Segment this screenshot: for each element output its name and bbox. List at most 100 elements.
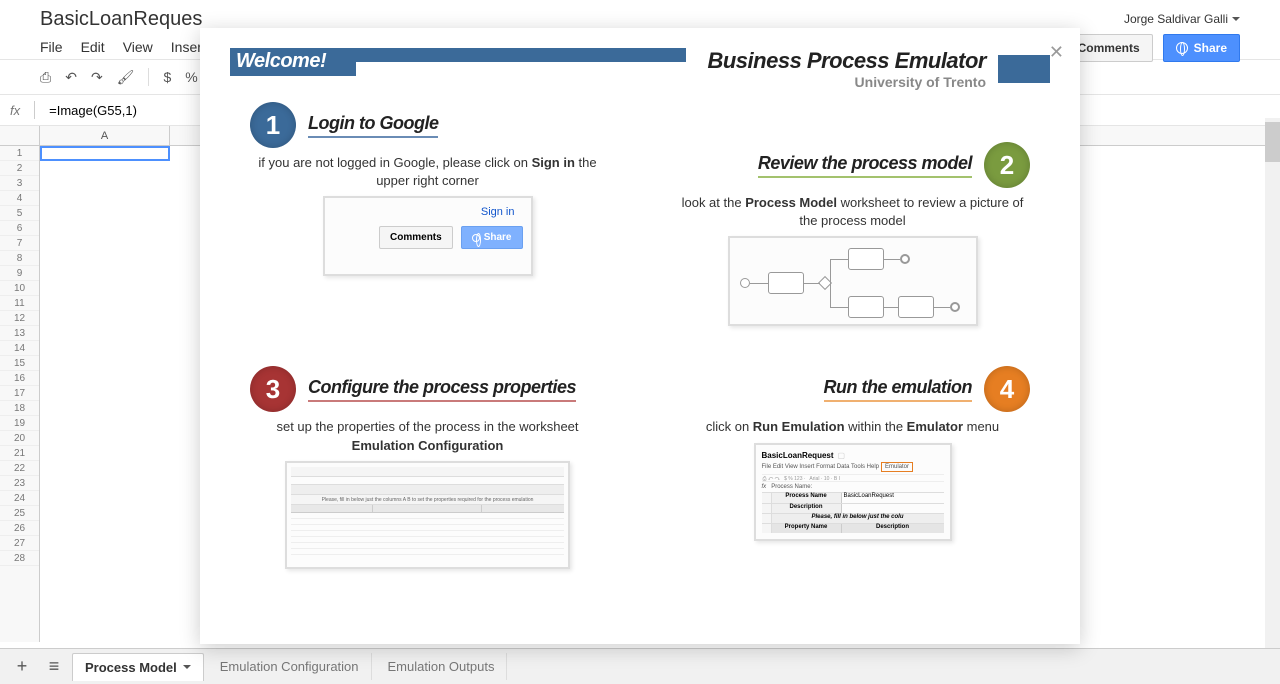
row-header[interactable]: 1 <box>0 146 39 161</box>
close-icon[interactable]: ✕ <box>1049 42 1064 63</box>
bpmn-task <box>898 296 934 318</box>
illus-menu: File Edit View Insert Format Data Tools … <box>762 464 880 470</box>
row-header[interactable]: 12 <box>0 311 39 326</box>
row-header[interactable]: 27 <box>0 536 39 551</box>
desc-text: look at the <box>682 195 746 210</box>
desc-bold: Run Emulation <box>753 419 845 434</box>
row-header[interactable]: 22 <box>0 461 39 476</box>
step-1-number: 1 <box>250 102 296 148</box>
row-header[interactable]: 5 <box>0 206 39 221</box>
add-sheet-button[interactable]: + <box>8 655 36 679</box>
desc-text: set up the properties of the process in … <box>276 419 578 434</box>
row-header[interactable]: 2 <box>0 161 39 176</box>
bpmn-connector <box>884 307 898 308</box>
bpmn-connector <box>830 259 848 260</box>
step-3-desc: set up the properties of the process in … <box>250 418 605 454</box>
paint-format-icon[interactable]: 🖌 <box>117 69 135 86</box>
menu-insert[interactable]: Inser <box>171 39 202 55</box>
bpmn-connector <box>884 259 900 260</box>
tab-emulation-outputs[interactable]: Emulation Outputs <box>376 653 508 680</box>
step-4: 4 Run the emulation click on Run Emulati… <box>675 366 1030 568</box>
undo-icon[interactable]: ↶ <box>65 69 77 86</box>
desc-bold: Process Model <box>745 195 837 210</box>
redo-icon[interactable]: ↷ <box>91 69 103 86</box>
separator <box>148 68 149 86</box>
bpmn-connector <box>750 283 768 284</box>
tab-process-model[interactable]: Process Model <box>72 653 204 681</box>
row-header[interactable]: 15 <box>0 356 39 371</box>
row-header[interactable]: 26 <box>0 521 39 536</box>
share-button[interactable]: Share <box>1163 34 1240 62</box>
illus-fill: Please, fill in below just the colu <box>772 514 944 523</box>
desc-text: menu <box>963 419 999 434</box>
tab-emulation-config[interactable]: Emulation Configuration <box>208 653 372 680</box>
caret-down-icon <box>183 665 191 669</box>
row-header[interactable]: 21 <box>0 446 39 461</box>
step-4-illus: BasicLoanRequest ▢ File Edit View Insert… <box>754 443 952 541</box>
row-header[interactable]: 11 <box>0 296 39 311</box>
step-4-title: Run the emulation <box>824 377 973 402</box>
vertical-scrollbar[interactable] <box>1265 118 1280 648</box>
illus-col: Description <box>772 504 842 513</box>
corner-cell[interactable] <box>0 126 40 146</box>
step-4-number: 4 <box>984 366 1030 412</box>
user-account[interactable]: Jorge Saldivar Galli <box>1124 12 1240 26</box>
bpe-block <box>998 55 1050 83</box>
formula-input[interactable]: =Image(G55,1) <box>49 103 137 118</box>
step-2-number: 2 <box>984 142 1030 188</box>
illus-comments-btn: Comments <box>379 226 453 249</box>
row-header[interactable]: 7 <box>0 236 39 251</box>
bpmn-task <box>768 272 804 294</box>
row-header[interactable]: 20 <box>0 431 39 446</box>
row-header[interactable]: 24 <box>0 491 39 506</box>
row-header[interactable]: 10 <box>0 281 39 296</box>
menu-view[interactable]: View <box>123 39 153 55</box>
step-3-illus: Please, fill in below just the columns A… <box>285 461 570 569</box>
bpe-title: Business Process Emulator <box>707 48 986 74</box>
row-header[interactable]: 3 <box>0 176 39 191</box>
row-header[interactable]: 28 <box>0 551 39 566</box>
welcome-banner: Welcome! <box>230 48 356 76</box>
fx-label: fx <box>10 103 20 118</box>
bpmn-connector <box>934 307 950 308</box>
row-header[interactable]: 17 <box>0 386 39 401</box>
step-2-illus <box>728 236 978 326</box>
row-header[interactable]: 23 <box>0 476 39 491</box>
row-header[interactable]: 14 <box>0 341 39 356</box>
row-header[interactable]: 19 <box>0 416 39 431</box>
welcome-tail <box>356 48 686 62</box>
row-header[interactable]: 13 <box>0 326 39 341</box>
scrollbar-thumb[interactable] <box>1265 122 1280 162</box>
illus-col: Property Name <box>772 524 842 533</box>
globe-icon <box>1176 42 1188 54</box>
row-header[interactable]: 6 <box>0 221 39 236</box>
col-header-a[interactable]: A <box>40 126 170 145</box>
bpmn-end <box>900 254 910 264</box>
row-header[interactable]: 18 <box>0 401 39 416</box>
print-icon[interactable]: ⎙ <box>40 69 51 86</box>
row-header[interactable]: 4 <box>0 191 39 206</box>
bpmn-start <box>740 278 750 288</box>
user-name: Jorge Saldivar Galli <box>1124 12 1228 26</box>
step-2: 2 Review the process model look at the P… <box>675 142 1030 326</box>
illus-share-btn: Share <box>461 226 523 249</box>
format-dollar[interactable]: $ <box>163 69 171 85</box>
all-sheets-button[interactable]: ≡ <box>40 655 68 679</box>
desc-text: within the <box>845 419 907 434</box>
row-header[interactable]: 9 <box>0 266 39 281</box>
menu-file[interactable]: File <box>40 39 63 55</box>
row-header[interactable]: 8 <box>0 251 39 266</box>
step-4-desc: click on Run Emulation within the Emulat… <box>675 418 1030 436</box>
menu-edit[interactable]: Edit <box>81 39 105 55</box>
welcome-title: Welcome! <box>230 48 356 76</box>
selected-cell[interactable] <box>40 146 170 161</box>
separator <box>34 101 35 119</box>
desc-text: click on <box>706 419 753 434</box>
format-percent[interactable]: % <box>185 69 197 85</box>
illus-share-label: Share <box>484 232 512 243</box>
row-header[interactable]: 16 <box>0 371 39 386</box>
desc-bold: Sign in <box>532 155 575 170</box>
bpe-subtitle: University of Trento <box>707 74 986 90</box>
welcome-dialog: ✕ Welcome! Business Process Emulator Uni… <box>200 28 1080 644</box>
row-header[interactable]: 25 <box>0 506 39 521</box>
